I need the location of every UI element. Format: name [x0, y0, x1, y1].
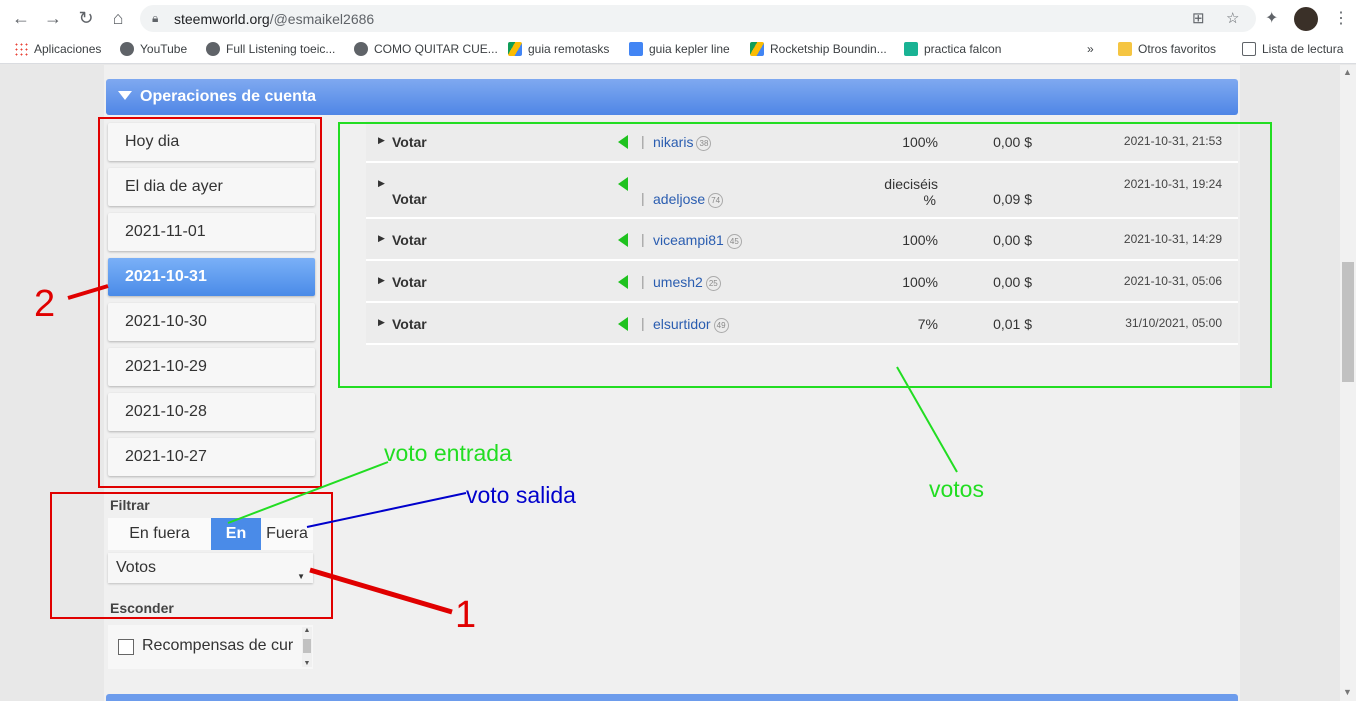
arrow-line-votos: [896, 366, 958, 473]
arrow-line-1: [309, 567, 453, 615]
annotation-voto-entrada: voto entrada: [384, 440, 512, 466]
arrow-line-salida: [306, 492, 467, 528]
arrow-line-2: [67, 284, 109, 300]
annotation-number-1: 1: [455, 594, 477, 636]
annotation-number-2: 2: [34, 283, 56, 325]
annotation-lines: [67, 284, 958, 615]
annotation-voto-salida: voto salida: [466, 482, 576, 508]
annotation-votos: votos: [929, 476, 984, 502]
